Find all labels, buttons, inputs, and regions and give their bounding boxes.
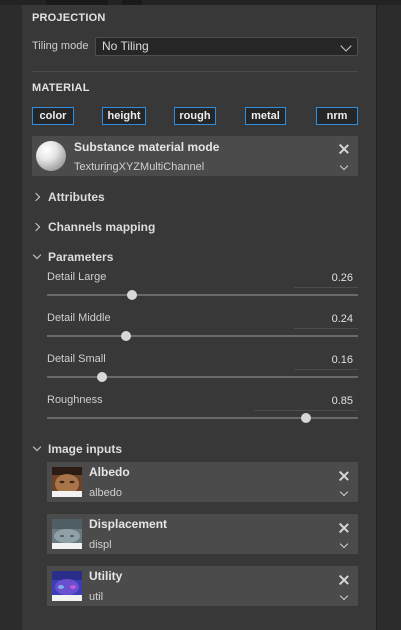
chevron-down-icon: [340, 40, 352, 52]
group-channels-mapping[interactable]: Channels mapping: [48, 220, 155, 234]
material-card-value: TexturingXYZMultiChannel: [74, 161, 205, 173]
slider-track[interactable]: [47, 294, 358, 296]
param-label: Roughness: [47, 394, 103, 406]
tiling-mode-select[interactable]: No Tiling: [95, 37, 358, 56]
material-card-title: Substance material mode: [74, 140, 220, 154]
param-label: Detail Small: [47, 353, 106, 365]
param-value[interactable]: 0.85: [313, 395, 353, 407]
substance-material-card[interactable]: Substance material mode TexturingXYZMult…: [32, 136, 358, 176]
param-value-underline: [294, 328, 358, 329]
param-value[interactable]: 0.24: [313, 313, 353, 325]
image-input-value: util: [89, 591, 104, 603]
image-input-utility[interactable]: Utility util: [47, 566, 358, 606]
chevron-down-icon[interactable]: [339, 591, 349, 601]
param-label: Detail Middle: [47, 312, 111, 324]
chevron-down-icon[interactable]: [339, 487, 349, 497]
param-value-underline: [294, 369, 358, 370]
material-sphere-preview: [36, 141, 66, 171]
channel-button-rough[interactable]: rough: [174, 107, 216, 125]
param-value-underline: [254, 410, 358, 411]
close-icon[interactable]: [339, 144, 349, 154]
image-input-title: Displacement: [89, 517, 168, 531]
slider-thumb[interactable]: [301, 413, 311, 423]
albedo-thumbnail: [52, 467, 82, 497]
close-icon[interactable]: [339, 471, 349, 481]
channel-button-height[interactable]: height: [102, 107, 146, 125]
param-value-underline: [294, 287, 358, 288]
channel-button-metal[interactable]: metal: [245, 107, 286, 125]
tiling-mode-value: No Tiling: [102, 39, 149, 53]
slider-thumb[interactable]: [127, 290, 137, 300]
image-input-albedo[interactable]: Albedo albedo: [47, 462, 358, 502]
close-icon[interactable]: [339, 575, 349, 585]
image-input-title: Utility: [89, 569, 123, 583]
image-input-title: Albedo: [89, 465, 130, 479]
image-input-value: albedo: [89, 487, 123, 499]
group-attributes[interactable]: Attributes: [48, 190, 105, 204]
slider-track[interactable]: [47, 376, 358, 378]
slider-thumb[interactable]: [97, 372, 107, 382]
channel-button-nrm[interactable]: nrm: [316, 107, 358, 125]
channel-button-color[interactable]: color: [32, 107, 74, 125]
param-value[interactable]: 0.26: [313, 272, 353, 284]
chevron-down-icon[interactable]: [339, 539, 349, 549]
section-divider: [32, 71, 358, 72]
chevron-down-icon[interactable]: [339, 161, 349, 171]
group-image-inputs[interactable]: Image inputs: [48, 442, 122, 456]
image-input-displacement[interactable]: Displacement displ: [47, 514, 358, 554]
displacement-thumbnail: [52, 519, 82, 549]
utility-thumbnail: [52, 571, 82, 601]
slider-track[interactable]: [47, 335, 358, 337]
param-value[interactable]: 0.16: [313, 354, 353, 366]
image-input-value: displ: [89, 539, 112, 551]
projection-section-title: PROJECTION: [32, 12, 106, 24]
param-label: Detail Large: [47, 271, 107, 283]
slider-track[interactable]: [47, 417, 358, 419]
close-icon[interactable]: [339, 523, 349, 533]
material-section-title: MATERIAL: [32, 82, 90, 94]
slider-thumb[interactable]: [121, 331, 131, 341]
group-parameters[interactable]: Parameters: [48, 250, 113, 264]
tiling-mode-label: Tiling mode: [32, 40, 89, 52]
